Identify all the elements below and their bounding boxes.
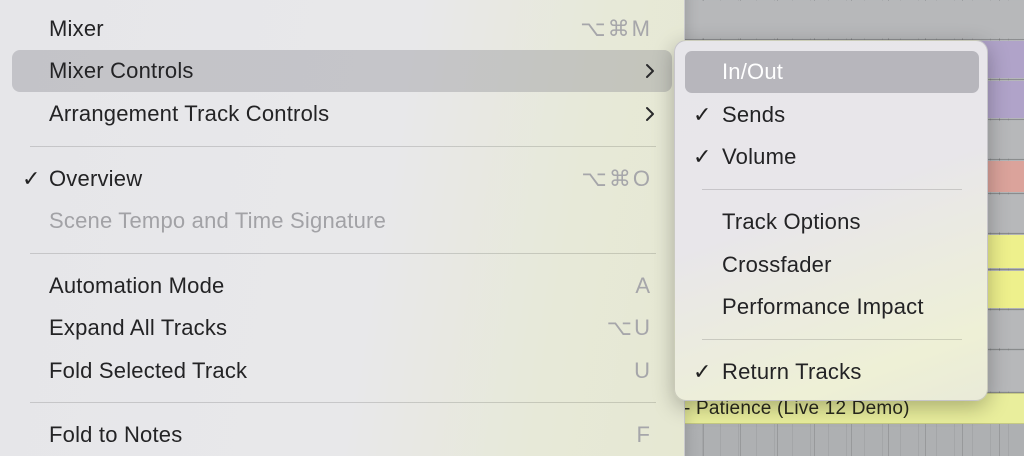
- menu-item-arrangement-track-controls[interactable]: Arrangement Track Controls: [12, 93, 672, 135]
- menu-item-label: Expand All Tracks: [49, 315, 228, 340]
- submenu-item-return-tracks[interactable]: ✓ Return Tracks: [685, 351, 979, 393]
- menu-item-scene-tempo: Scene Tempo and Time Signature: [12, 200, 672, 242]
- checkmark-icon: ✓: [693, 144, 712, 169]
- screen: - Patience (Live 12 Demo) Mixer ⌥⌘M Mixe…: [0, 0, 1024, 456]
- shortcut-label: F: [636, 422, 652, 447]
- menu-item-label: Scene Tempo and Time Signature: [49, 208, 387, 233]
- submenu-item-label: Return Tracks: [722, 359, 862, 384]
- menu-item-label: Fold Selected Track: [49, 358, 248, 383]
- submenu-item-sends[interactable]: ✓ Sends: [685, 94, 979, 136]
- menu-separator: [702, 189, 962, 190]
- submenu-item-label: Track Options: [722, 209, 861, 234]
- menu-item-label: Overview: [49, 166, 143, 191]
- menu-item-label: Arrangement Track Controls: [49, 101, 330, 126]
- submenu-item-crossfader[interactable]: Crossfader: [685, 244, 979, 286]
- menu-item-mixer-controls[interactable]: Mixer Controls: [12, 50, 672, 92]
- menu-separator: [702, 339, 962, 340]
- menu-separator: [30, 253, 656, 254]
- menu-item-fold-selected-track[interactable]: Fold Selected Track U: [12, 350, 672, 392]
- shortcut-label: ⌥⌘M: [580, 16, 652, 41]
- clip[interactable]: [680, 1, 1024, 38]
- shortcut-label: ⌥⌘O: [581, 166, 652, 191]
- menu-item-label: Automation Mode: [49, 273, 225, 298]
- submenu-item-volume[interactable]: ✓ Volume: [685, 136, 979, 178]
- checkmark-icon: ✓: [693, 359, 712, 384]
- mixer-controls-submenu: In/Out ✓ Sends ✓ Volume Track Options Cr…: [674, 40, 988, 401]
- menu-separator: [30, 146, 656, 147]
- submenu-item-in-out[interactable]: In/Out: [685, 51, 979, 93]
- menu-item-expand-all-tracks[interactable]: Expand All Tracks ⌥U: [12, 307, 672, 349]
- menu-item-overview[interactable]: ✓ Overview ⌥⌘O: [12, 158, 672, 200]
- chevron-right-icon: [646, 64, 654, 78]
- shortcut-label: ⌥U: [606, 315, 652, 340]
- menu-item-label: Mixer: [49, 16, 104, 41]
- menu-item-fold-to-notes[interactable]: Fold to Notes F: [12, 414, 672, 456]
- submenu-item-label: Sends: [722, 102, 786, 127]
- submenu-item-label: Crossfader: [722, 252, 832, 277]
- checkmark-icon: ✓: [22, 166, 41, 191]
- checkmark-icon: ✓: [693, 102, 712, 127]
- submenu-item-label: Performance Impact: [722, 294, 924, 319]
- chevron-right-icon: [646, 107, 654, 121]
- submenu-item-label: In/Out: [722, 59, 784, 84]
- menu-separator: [30, 402, 656, 403]
- menu-item-label: Fold to Notes: [49, 422, 183, 447]
- track-lane[interactable]: [680, 0, 1024, 40]
- shortcut-label: A: [635, 273, 652, 298]
- shortcut-label: U: [634, 358, 652, 383]
- submenu-item-track-options[interactable]: Track Options: [685, 201, 979, 243]
- submenu-item-label: Volume: [722, 144, 797, 169]
- menu-item-mixer[interactable]: Mixer ⌥⌘M: [12, 8, 672, 50]
- menu-item-automation-mode[interactable]: Automation Mode A: [12, 265, 672, 307]
- menu-item-label: Mixer Controls: [49, 58, 194, 83]
- submenu-item-performance-impact[interactable]: Performance Impact: [685, 286, 979, 328]
- view-menu: Mixer ⌥⌘M Mixer Controls Arrangement Tra…: [0, 0, 685, 456]
